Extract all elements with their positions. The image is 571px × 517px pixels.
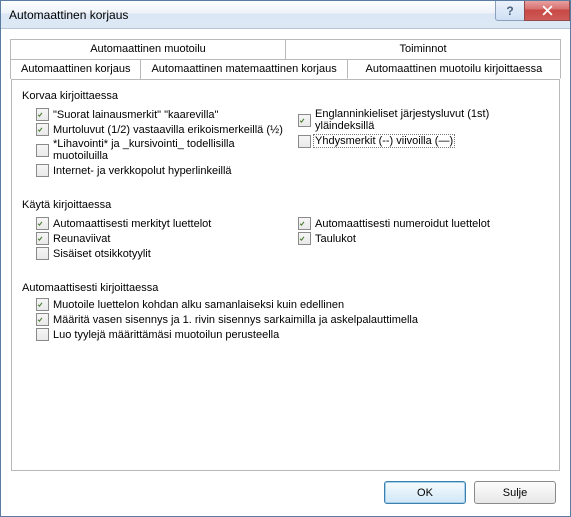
label-heading-styles: Sisäiset otsikkotyylit xyxy=(53,248,151,260)
checkbox-borders[interactable] xyxy=(36,232,49,245)
tab-label: Automaattinen matemaattinen korjaus xyxy=(151,63,336,75)
label-bold-italic: *Lihavointi* ja _kursivointi_ todellisil… xyxy=(53,138,292,162)
section-heading-auto: Automaattisesti kirjoittaessa xyxy=(22,282,549,294)
label-tables: Taulukot xyxy=(315,233,356,245)
label-indent: Määritä vasen sisennys ja 1. rivin sisen… xyxy=(53,314,418,326)
close-button[interactable] xyxy=(524,1,570,21)
tab-autoformat-typing[interactable]: Automaattinen muotoilu kirjoittaessa xyxy=(347,59,561,79)
help-button[interactable]: ? xyxy=(495,1,525,21)
dialog-buttons: OK Sulje xyxy=(11,471,560,508)
checkbox-list-format[interactable] xyxy=(36,298,49,311)
dialog-content: Automaattinen muotoilu Toiminnot Automaa… xyxy=(1,29,570,516)
tab-panel: Korvaa kirjoittaessa "Suorat lainausmerk… xyxy=(11,79,560,471)
tab-row-lower: Automaattinen korjaus Automaattinen mate… xyxy=(10,59,561,79)
label-hyperlinks: Internet- ja verkkopolut hyperlinkeillä xyxy=(53,165,232,177)
checkbox-bold-italic[interactable] xyxy=(36,144,49,157)
label-hyphens: Yhdysmerkit (--) viivoilla (—) xyxy=(313,134,455,148)
window-title: Automaattinen korjaus xyxy=(1,8,128,22)
dialog-window: Automaattinen korjaus ? Automaattinen mu… xyxy=(0,0,571,517)
close-dialog-button[interactable]: Sulje xyxy=(474,481,556,504)
label-smart-quotes: "Suorat lainausmerkit" "kaarevilla" xyxy=(53,109,218,121)
titlebar: Automaattinen korjaus ? xyxy=(1,1,570,29)
tab-actions[interactable]: Toiminnot xyxy=(285,39,561,59)
section-heading-replace: Korvaa kirjoittaessa xyxy=(22,90,549,102)
close-label: Sulje xyxy=(503,487,527,499)
tab-label: Toiminnot xyxy=(399,43,446,55)
checkbox-hyphens[interactable] xyxy=(298,135,311,148)
tab-math-autocorrect[interactable]: Automaattinen matemaattinen korjaus xyxy=(140,59,347,79)
label-bulleted-lists: Automaattisesti merkityt luettelot xyxy=(53,218,211,230)
ok-label: OK xyxy=(417,487,433,499)
tab-label: Automaattinen korjaus xyxy=(21,63,130,75)
label-fractions: Murtoluvut (1/2) vastaavilla erikoismerk… xyxy=(53,124,283,136)
tab-row-upper: Automaattinen muotoilu Toiminnot xyxy=(10,39,561,59)
tab-autocorrect[interactable]: Automaattinen korjaus xyxy=(10,59,141,79)
checkbox-numbered-lists[interactable] xyxy=(298,217,311,230)
checkbox-define-styles[interactable] xyxy=(36,328,49,341)
label-ordinals: Englanninkieliset järjestysluvut (1st) y… xyxy=(315,108,549,132)
tab-label: Automaattinen muotoilu kirjoittaessa xyxy=(366,63,543,75)
label-list-format: Muotoile luettelon kohdan alku samanlais… xyxy=(53,299,344,311)
label-borders: Reunaviivat xyxy=(53,233,110,245)
checkbox-fractions[interactable] xyxy=(36,123,49,136)
checkbox-ordinals[interactable] xyxy=(298,114,311,127)
label-define-styles: Luo tyylejä määrittämäsi muotoilun perus… xyxy=(53,329,279,341)
section-heading-apply: Käytä kirjoittaessa xyxy=(22,199,549,211)
tab-label: Automaattinen muotoilu xyxy=(90,43,206,55)
checkbox-heading-styles[interactable] xyxy=(36,247,49,260)
tab-autoformat[interactable]: Automaattinen muotoilu xyxy=(10,39,286,59)
checkbox-smart-quotes[interactable] xyxy=(36,108,49,121)
checkbox-tables[interactable] xyxy=(298,232,311,245)
ok-button[interactable]: OK xyxy=(384,481,466,504)
close-icon xyxy=(542,5,553,16)
checkbox-indent[interactable] xyxy=(36,313,49,326)
checkbox-hyperlinks[interactable] xyxy=(36,164,49,177)
window-controls: ? xyxy=(496,1,570,21)
checkbox-bulleted-lists[interactable] xyxy=(36,217,49,230)
label-numbered-lists: Automaattisesti numeroidut luettelot xyxy=(315,218,490,230)
